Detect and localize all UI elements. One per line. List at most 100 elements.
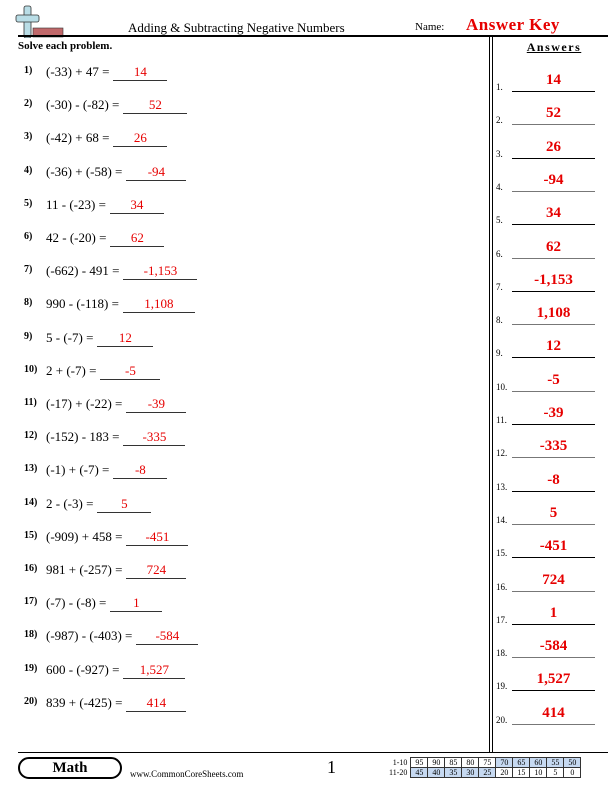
problem-row: 20) 839 + (-425) = 414 [24,694,187,712]
problem-expression: (-33) + 47 = [46,64,110,79]
answer-key-value: 26 [546,138,561,155]
answer-key-line [512,390,595,392]
problem-row: 17) (-7) - (-8) = 1 [24,595,163,613]
answer-blank[interactable]: 26 [113,130,168,148]
worksheet-title: Adding & Subtracting Negative Numbers [128,20,345,35]
answer-key-value: -8 [547,471,560,488]
instructions: Solve each problem. [18,40,113,52]
answer-blank[interactable]: 5 [97,496,152,513]
score-cell: 85 [444,757,463,768]
answer-key-number: 3. [496,148,503,159]
answer-key-line [512,324,595,326]
answer-blank[interactable]: 52 [123,97,188,115]
answer-blank[interactable]: -1,153 [123,263,198,281]
problem-row: 9) 5 - (-7) = 12 [24,329,154,347]
answer-key-line [512,523,595,525]
problem-number: 8) [24,297,33,309]
answer-key-line [512,157,595,159]
answer-key-line [512,557,595,559]
answer-blank[interactable]: -39 [126,396,187,413]
problem-number: 3) [24,131,33,143]
problem-expression: (-36) + (-58) = [46,163,123,179]
answer-key-value: -94 [543,171,564,188]
problem-number: 6) [24,231,33,242]
answer-blank[interactable]: -94 [126,164,187,181]
answer-key-number: 18. [496,648,508,659]
answer-blank[interactable]: 1,527 [123,662,186,679]
answer-blank[interactable]: 34 [109,197,164,214]
problem-row: 7) (-662) - 491 = -1,153 [24,263,198,281]
problem-row: 18) (-987) - (-403) = -584 [24,628,199,646]
problem-expression: 839 + (-425) = [46,694,123,710]
problem-number: 5) [24,197,33,209]
answer-key-line [512,190,595,192]
answer-key-value: 14 [546,72,561,88]
answer-blank[interactable]: 62 [110,230,165,247]
problem-row: 11) (-17) + (-22) = -39 [24,396,187,413]
answer-key-value: -451 [539,538,568,555]
answer-key-line [512,657,595,659]
column-divider [489,36,493,752]
answer-blank[interactable]: 12 [97,330,154,347]
answer-blank[interactable]: 1,108 [122,296,195,314]
problem-expression: 2 + (-7) = [46,362,97,378]
problem-row: 14) 2 - (-3) = 5 [24,496,152,513]
problem-expression: (-662) - 491 = [46,263,120,279]
problem-expression: 981 + (-257) = [46,562,123,577]
problem-expression: (-7) - (-8) = [46,595,107,611]
problem-row: 13) (-1) + (-7) = -8 [24,462,168,480]
problem-number: 4) [24,164,33,176]
answer-key-value: -335 [539,438,568,455]
problem-number: 2) [24,98,33,110]
problem-expression: (-42) + 68 = [46,130,110,146]
answer-key-value: 414 [542,704,565,721]
score-cell: 25 [478,767,497,778]
answer-blank[interactable]: 414 [126,695,187,712]
answer-key-number: 8. [496,315,503,326]
answer-blank[interactable]: 14 [113,64,168,81]
answer-key-number: 10. [496,381,508,392]
score-cell: 35 [444,767,463,778]
score-range-label: 1-10 [392,758,408,767]
answer-key-line [512,357,595,359]
score-cell: 95 [410,757,429,768]
answer-key-value: 52 [546,105,561,122]
score-cell: 5 [546,767,565,778]
answer-key-line [512,590,595,592]
answer-key-value: 5 [549,504,558,521]
problem-row: 12) (-152) - 183 = -335 [24,429,186,447]
answer-blank[interactable]: 1 [110,595,163,613]
problem-expression: 990 - (-118) = [46,296,119,312]
score-cell: 10 [529,767,548,778]
problem-row: 16) 981 + (-257) = 724 [24,562,187,579]
problem-row: 5) 11 - (-23) = 34 [24,197,164,214]
problem-expression: (-17) + (-22) = [46,396,123,411]
problem-row: 1) (-33) + 47 = 14 [24,64,168,81]
problem-number: 18) [24,629,38,641]
answer-blank[interactable]: -335 [123,429,186,447]
answer-key-number: 14. [496,514,508,525]
problem-expression: 5 - (-7) = [46,329,94,345]
website-link[interactable]: www.CommonCoreSheets.com [130,769,243,779]
problem-number: 16) [24,563,38,574]
score-cell: 20 [495,767,514,778]
answer-key-number: 7. [496,281,503,292]
answer-blank[interactable]: -8 [113,462,168,480]
problem-number: 11) [24,397,37,408]
problem-row: 6) 42 - (-20) = 62 [24,230,165,247]
score-cell: 30 [461,767,480,778]
answer-blank[interactable]: 724 [126,562,187,579]
answer-key-value: 724 [542,571,565,588]
score-row: 1-10 95 90 85 80 75 70 65 60 55 50 [387,757,582,768]
answer-blank[interactable]: -451 [126,529,189,546]
answer-blank[interactable]: -5 [100,363,161,380]
score-cell: 0 [563,767,582,778]
answer-blank[interactable]: -584 [136,628,199,646]
problem-row: 2) (-30) - (-82) = 52 [24,97,188,115]
problem-expression: (-1) + (-7) = [46,462,110,478]
answer-key-number: 9. [496,348,503,359]
score-cell: 60 [529,757,548,768]
score-cell: 55 [546,757,565,768]
score-cell: 15 [512,767,531,778]
answer-key-number: 19. [496,681,508,692]
